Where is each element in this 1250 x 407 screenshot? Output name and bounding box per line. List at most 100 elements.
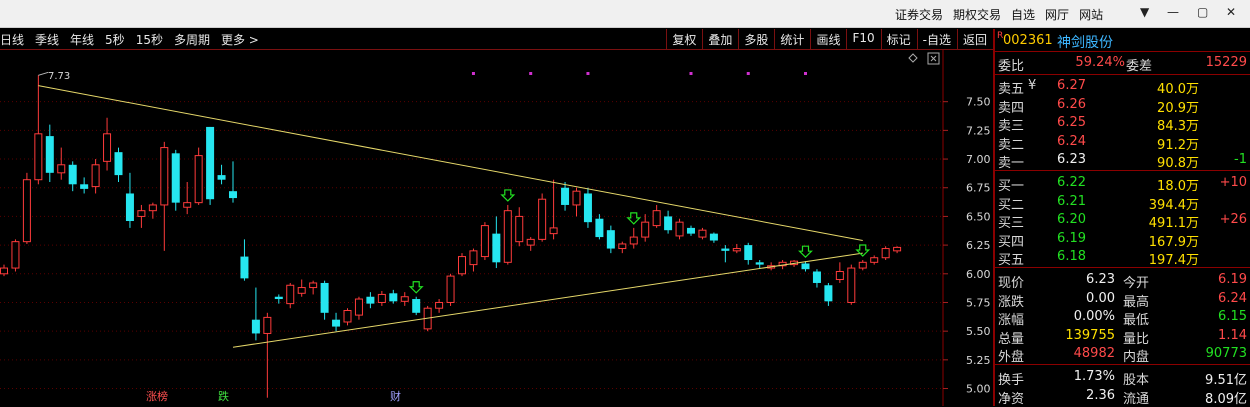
menu-watchlist[interactable]: 自选 [1011, 6, 1035, 23]
candle-body [217, 175, 226, 180]
candle-body [251, 319, 260, 334]
quote-panel: R 002361 神剑股份 委比 59.24% 委差 15229 卖五 ¥6.27… [993, 29, 1250, 407]
menu-options-trading[interactable]: 期权交易 [953, 6, 1001, 23]
ask-level-row[interactable]: 卖二 6.24 91.2万 [995, 133, 1250, 153]
tab-5sec[interactable]: 5秒 [105, 31, 125, 48]
candle-body [194, 155, 203, 204]
tab-quarterly[interactable]: 季线 [35, 31, 59, 48]
back-button[interactable]: 返回 [956, 29, 993, 49]
statistics-button[interactable]: 统计 [774, 29, 810, 49]
candle-body [377, 293, 386, 303]
level-label: 卖四 [998, 100, 1025, 116]
close-icon[interactable]: ✕ [1226, 5, 1236, 19]
top-bar: 证券交易 期权交易 自选 网厅 网站 ▼ — ▢ ✕ [0, 0, 1250, 28]
stock-name[interactable]: 神剑股份 [1057, 32, 1113, 52]
bid-level-row[interactable]: 买三 6.20 491.1万 +26 [995, 211, 1250, 231]
ask-level-row[interactable]: 卖一 6.23 90.8万 -1 [995, 151, 1250, 171]
bid-level-row[interactable]: 买一 6.22 18.0万 +10 [995, 174, 1250, 194]
minimize-icon[interactable]: — [1167, 5, 1179, 19]
candle-body [618, 243, 627, 250]
maximize-icon[interactable]: ▢ [1197, 5, 1208, 19]
f10-button[interactable]: F10 [846, 29, 880, 49]
candle-body [263, 316, 272, 334]
candle-body [125, 193, 134, 222]
level-volume: 197.4万 [1148, 253, 1199, 268]
bid-level-row[interactable]: 买五 6.18 197.4万 [995, 248, 1250, 268]
down-arrow-icon [408, 281, 424, 294]
stat-value: 2.36 [1086, 387, 1115, 403]
order-ratio-label: 委比 [998, 59, 1025, 74]
tab-yearly[interactable]: 年线 [70, 31, 94, 48]
candle-body [458, 256, 466, 275]
tag-fall[interactable]: 跌 [218, 389, 229, 403]
candle-body [114, 152, 123, 176]
stat-row[interactable]: 总量 139755 量比 1.14 [995, 327, 1250, 347]
adjust-button[interactable]: 复权 [666, 29, 702, 49]
settings-box-icon[interactable] [927, 52, 940, 65]
bid-level-row[interactable]: 买二 6.21 394.4万 [995, 193, 1250, 213]
candle-body [721, 248, 730, 251]
stat-value: 0.00 [1086, 290, 1115, 306]
level-volume: 84.3万 [1157, 119, 1199, 134]
candle-body [171, 153, 180, 203]
candle-body [583, 193, 592, 223]
y-tick-label: 6.00 [966, 268, 991, 281]
candle-body [744, 245, 753, 261]
ask-level-row[interactable]: 卖三 6.25 84.3万 [995, 114, 1250, 134]
candlestick-chart[interactable]: 7.50 7.25 7.00 6.75 6.50 6.25 6.00 5.75 5.50 5.25… [0, 50, 993, 406]
level-volume: 491.1万 [1148, 216, 1199, 231]
candle-body [606, 230, 615, 249]
tab-more[interactable]: 更多 > [221, 31, 259, 48]
stat-label: 换手 [998, 373, 1025, 388]
y-tick-label: 5.75 [966, 296, 991, 309]
diamond-icon[interactable] [908, 53, 918, 63]
event-marker [586, 72, 590, 75]
tag-finance[interactable]: 财 [390, 389, 401, 403]
ask-level-row[interactable]: 卖五 ¥6.27 40.0万 [995, 77, 1250, 97]
event-marker [471, 72, 475, 75]
divider [995, 74, 1250, 75]
multi-stock-button[interactable]: 多股 [738, 29, 774, 49]
stat-value: 0.00% [1073, 309, 1115, 324]
high-pointer [38, 71, 49, 76]
y-tick-label: 5.00 [966, 383, 991, 396]
stat-value: 1.73% [1073, 369, 1115, 384]
stat-row[interactable]: 现价 6.23 今开 6.19 [995, 271, 1250, 291]
tab-daily[interactable]: 日线 [0, 31, 24, 48]
mark-button[interactable]: 标记 [880, 29, 917, 49]
menu-online-hall[interactable]: 网厅 [1045, 6, 1069, 23]
draw-line-button[interactable]: 画线 [810, 29, 846, 49]
tab-multi-period[interactable]: 多周期 [174, 31, 210, 48]
bid-level-row[interactable]: 买四 6.19 167.9万 [995, 230, 1250, 250]
price-axis: 7.50 7.25 7.00 6.75 6.50 6.25 6.00 5.75 5.50 5.25… [943, 96, 991, 396]
trendlines[interactable] [38, 71, 863, 348]
remove-watchlist-button[interactable]: -自选 [916, 29, 957, 49]
dropdown-icon[interactable]: ▼ [1140, 5, 1149, 19]
candle-body [835, 270, 844, 281]
candle-body [595, 218, 604, 238]
candle-body [446, 275, 455, 303]
stat-row[interactable]: 外盘 48982 内盘 90773 [995, 345, 1250, 365]
tag-top-gainers[interactable]: 涨榜 [146, 389, 168, 403]
candle-body [206, 126, 215, 200]
stat-row[interactable]: 换手 1.73% 股本 9.51亿 [995, 368, 1250, 388]
stat-value: 9.51亿 [1205, 373, 1247, 388]
stat-row[interactable]: 净资 2.36 流通 8.09亿 [995, 387, 1250, 407]
tab-15sec[interactable]: 15秒 [136, 31, 163, 48]
level-label: 买四 [998, 234, 1025, 250]
divider [995, 267, 1250, 268]
menu-website[interactable]: 网站 [1079, 6, 1103, 23]
candle-body [687, 227, 695, 234]
level-label: 卖二 [998, 137, 1025, 153]
ask-level-row[interactable]: 卖四 6.26 20.9万 [995, 96, 1250, 116]
level-volume: 394.4万 [1148, 197, 1199, 213]
chart-tools: 复权 叠加 多股 统计 画线 F10 标记 -自选 返回 [666, 29, 993, 49]
menu-securities-trading[interactable]: 证券交易 [895, 6, 943, 23]
candle-body [297, 287, 306, 294]
candle-body [870, 257, 879, 263]
stat-label: 今开 [1123, 276, 1150, 291]
overlay-button[interactable]: 叠加 [702, 29, 738, 49]
stock-code[interactable]: 002361 [1003, 33, 1053, 48]
stat-row[interactable]: 涨跌 0.00 最高 6.24 [995, 290, 1250, 310]
stat-row[interactable]: 涨幅 0.00% 最低 6.15 [995, 308, 1250, 328]
